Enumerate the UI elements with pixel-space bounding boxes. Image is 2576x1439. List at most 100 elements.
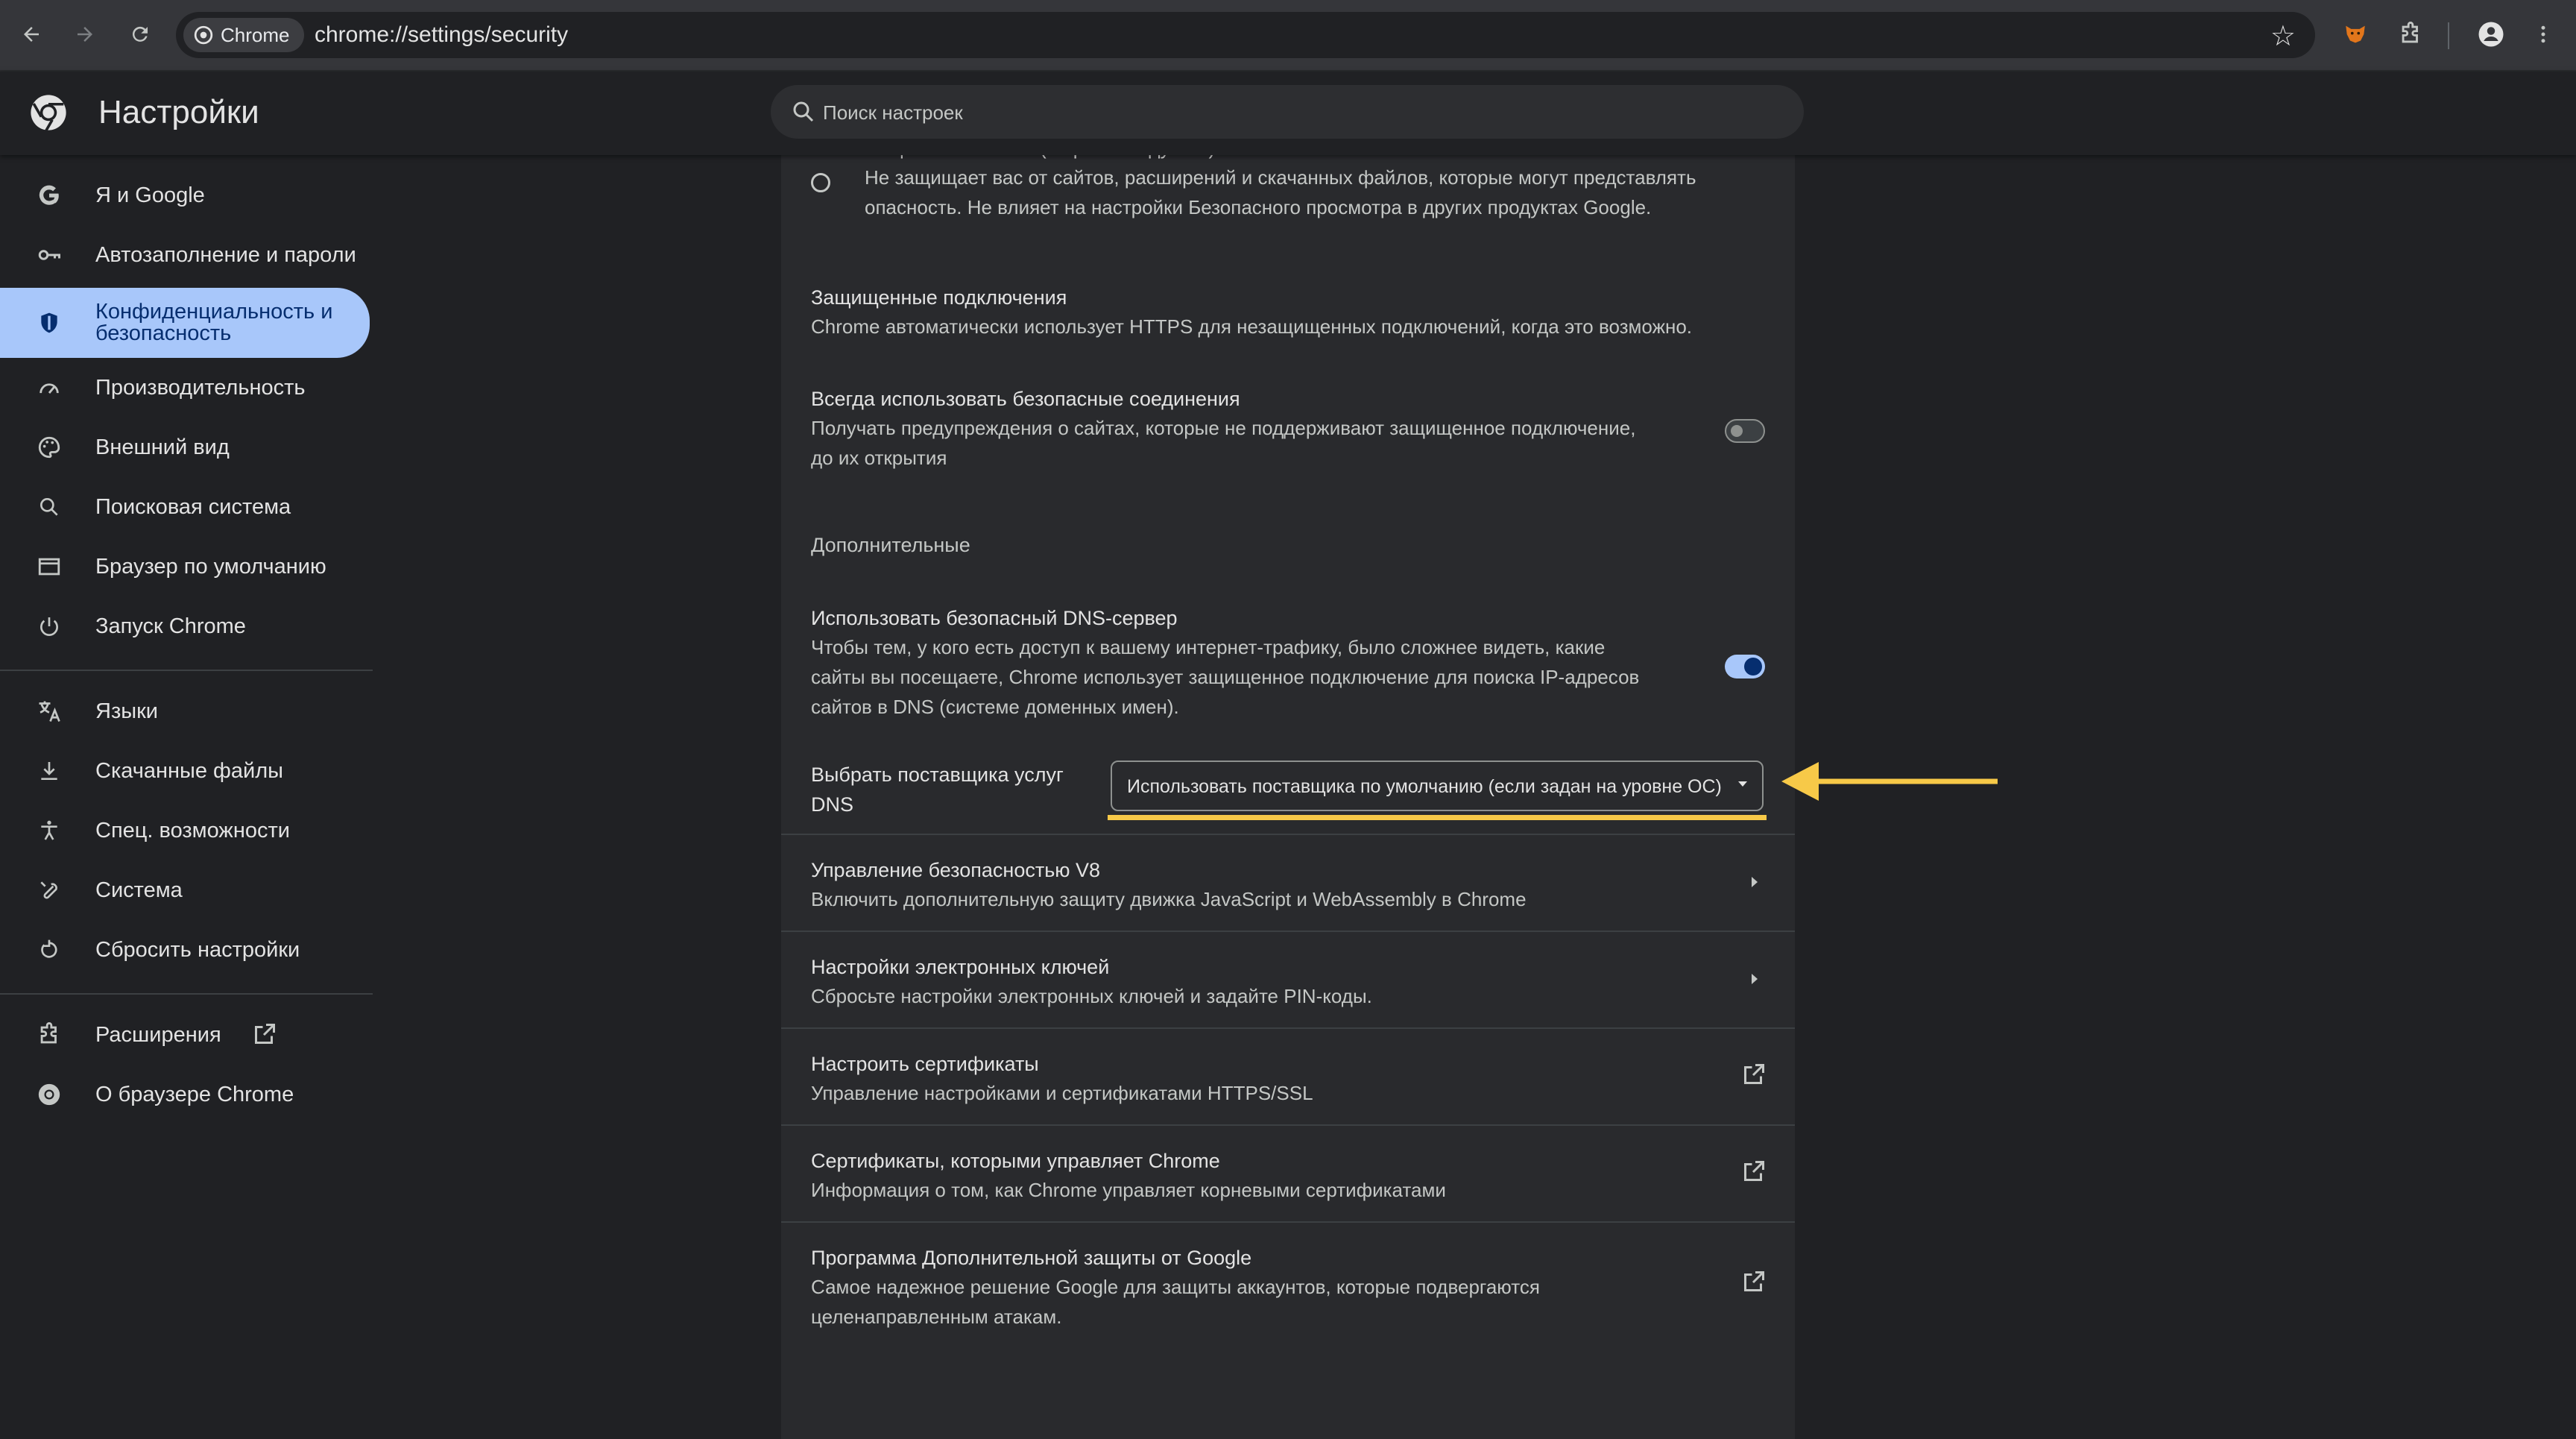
- url-text[interactable]: chrome://settings/security: [315, 22, 568, 48]
- site-chip-label: Chrome: [221, 23, 290, 46]
- chrome-certificates-desc: Информация о том, как Chrome управляет к…: [811, 1179, 1446, 1201]
- toggle-knob: [1744, 658, 1762, 676]
- sidebar-item-label: Сбросить настройки: [95, 937, 300, 962]
- dns-provider-selected-value: Использовать поставщика по умолчанию (ес…: [1127, 776, 1722, 797]
- advanced-section-heading: Дополнительные: [781, 534, 1795, 571]
- reload-icon: [132, 26, 148, 42]
- secure-connections-desc: Chrome автоматически использует HTTPS дл…: [811, 315, 1693, 338]
- toolbar-separator: [2448, 22, 2449, 49]
- power-icon: [34, 611, 64, 641]
- settings-search[interactable]: Поиск настроек: [771, 85, 1804, 139]
- manage-certificates-title: Настроить сертификаты: [811, 1053, 1039, 1075]
- sidebar-item-search-engine[interactable]: Поисковая система: [0, 474, 370, 540]
- no-protection-desc-line1: Не защищает вас от сайтов, расширений и …: [865, 166, 1696, 189]
- secure-dns-desc-line1: Чтобы тем, у кого есть доступ к вашему и…: [811, 636, 1606, 658]
- sidebar-item-label: Конфиденциальность и безопасность: [95, 300, 333, 345]
- sidebar-item-label: Спец. возможности: [95, 818, 290, 843]
- reload-button[interactable]: [124, 18, 157, 51]
- settings-content-card: Защита отключена (не рекомендуется) Не з…: [781, 155, 1795, 1439]
- chevron-down-icon: [1738, 781, 1747, 787]
- sidebar-item-system[interactable]: Система: [0, 857, 370, 923]
- sidebar-item-autofill[interactable]: Автозаполнение и пароли: [0, 222, 370, 288]
- sidebar-item-languages[interactable]: Языки: [0, 678, 370, 744]
- secure-dns-row[interactable]: Использовать безопасный DNS-сервер Чтобы…: [781, 601, 1795, 735]
- sidebar-item-you-and-google[interactable]: Я и Google: [0, 163, 370, 228]
- no-protection-desc-line2: опасность. Не влияет на настройки Безопа…: [865, 196, 1652, 218]
- sidebar-divider: [0, 670, 373, 671]
- always-secure-row[interactable]: Всегда использовать безопасные соединени…: [781, 382, 1795, 479]
- search-input[interactable]: Поиск настроек: [823, 101, 963, 125]
- address-bar[interactable]: Chrome chrome://settings/security ☆: [176, 12, 2315, 58]
- search-icon: [793, 101, 814, 122]
- v8-security-title: Управление безопасностью V8: [811, 859, 1101, 881]
- secure-connections-title: Защищенные подключения: [811, 286, 1067, 309]
- sidebar-item-default-browser[interactable]: Браузер по умолчанию: [0, 534, 370, 599]
- sidebar-item-label: Система: [95, 878, 183, 902]
- open-in-new-icon: [1744, 1271, 1764, 1291]
- back-button[interactable]: [15, 18, 48, 51]
- download-icon: [34, 756, 64, 786]
- advanced-protection-desc-line2: целенаправленным атакам.: [811, 1306, 1062, 1328]
- sidebar-item-extensions[interactable]: Расширения: [0, 1002, 370, 1068]
- sidebar-item-label: Автозаполнение и пароли: [95, 242, 356, 267]
- extension-fox-icon[interactable]: [2339, 18, 2372, 51]
- chevron-right-icon: [1752, 974, 1758, 984]
- no-protection-radio[interactable]: [811, 173, 830, 192]
- v8-security-desc: Включить дополнительную защиту движка Ja…: [811, 888, 1527, 910]
- shield-icon: [34, 308, 64, 338]
- advanced-protection-title: Программа Дополнительной защиты от Googl…: [811, 1247, 1252, 1269]
- always-secure-toggle[interactable]: [1725, 419, 1765, 443]
- chrome-certificates-title: Сертификаты, которыми управляет Chrome: [811, 1150, 1220, 1172]
- key-icon: [34, 240, 64, 270]
- bookmark-star-icon[interactable]: ☆: [2270, 19, 2296, 53]
- menu-kebab-icon[interactable]: [2527, 18, 2560, 51]
- sidebar-item-about-chrome[interactable]: О браузере Chrome: [0, 1062, 370, 1127]
- arrow-right-icon: [78, 27, 92, 42]
- sidebar-item-downloads[interactable]: Скачанные файлы: [0, 738, 370, 804]
- dns-provider-select[interactable]: Использовать поставщика по умолчанию (ес…: [1111, 761, 1764, 811]
- security-keys-desc: Сбросьте настройки электронных ключей и …: [811, 985, 1372, 1007]
- site-info-chip[interactable]: Chrome: [183, 18, 305, 52]
- open-in-new-icon: [1744, 1064, 1764, 1084]
- toggle-knob: [1731, 425, 1743, 437]
- dns-provider-label-line1: Выбрать поставщика услуг: [811, 763, 1064, 786]
- open-in-new-icon: [250, 1021, 277, 1052]
- sidebar-item-performance[interactable]: Производительность: [0, 355, 370, 421]
- always-secure-title: Всегда использовать безопасные соединени…: [811, 388, 1240, 410]
- manage-certificates-desc: Управление настройками и сертификатами H…: [811, 1082, 1313, 1104]
- palette-icon: [34, 432, 64, 462]
- sidebar-item-reset[interactable]: Сбросить настройки: [0, 917, 370, 983]
- v8-security-row[interactable]: Управление безопасностью V8 Включить доп…: [781, 835, 1795, 931]
- advanced-protection-row[interactable]: Программа Дополнительной защиты от Googl…: [781, 1223, 1795, 1342]
- highlight-underline: [1108, 815, 1767, 820]
- wrench-icon: [34, 875, 64, 905]
- page-title: Настройки: [98, 94, 259, 130]
- forward-button[interactable]: [69, 18, 101, 51]
- sidebar-item-label: Запуск Chrome: [95, 614, 246, 638]
- secure-dns-toggle[interactable]: [1725, 655, 1765, 678]
- translate-icon: [34, 696, 64, 726]
- advanced-protection-desc-line1: Самое надежное решение Google для защиты…: [811, 1276, 1540, 1298]
- always-secure-desc-line2: до их открытия: [811, 447, 947, 469]
- radio-row-no-protection[interactable]: Защита отключена (не рекомендуется) Не з…: [781, 155, 1795, 245]
- puzzle-icon: [34, 1020, 64, 1050]
- profile-avatar[interactable]: [2475, 18, 2507, 51]
- secure-connections-row: Защищенные подключения Chrome автоматиче…: [781, 280, 1795, 355]
- arrow-left-icon: [24, 27, 39, 42]
- security-keys-row[interactable]: Настройки электронных ключей Сбросьте на…: [781, 932, 1795, 1027]
- sidebar-divider: [0, 993, 373, 995]
- sidebar-item-label: О браузере Chrome: [95, 1082, 294, 1106]
- sidebar-item-label: Языки: [95, 699, 158, 723]
- sidebar-item-appearance[interactable]: Внешний вид: [0, 415, 370, 480]
- secure-dns-desc-line3: сайтов в DNS (системе доменных имен).: [811, 696, 1179, 718]
- sidebar-item-on-startup[interactable]: Запуск Chrome: [0, 593, 370, 659]
- manage-certificates-row[interactable]: Настроить сертификаты Управление настрой…: [781, 1029, 1795, 1124]
- person-icon: [2478, 22, 2504, 47]
- advanced-heading: Дополнительные: [811, 534, 970, 556]
- chrome-certificates-row[interactable]: Сертификаты, которыми управляет Chrome И…: [781, 1126, 1795, 1221]
- sidebar-item-privacy-security[interactable]: Конфиденциальность и безопасность: [0, 288, 370, 358]
- extensions-puzzle-icon[interactable]: [2394, 18, 2427, 51]
- sidebar-item-accessibility[interactable]: Спец. возможности: [0, 798, 370, 863]
- reset-icon: [34, 935, 64, 965]
- chevron-right-icon: [1752, 877, 1758, 887]
